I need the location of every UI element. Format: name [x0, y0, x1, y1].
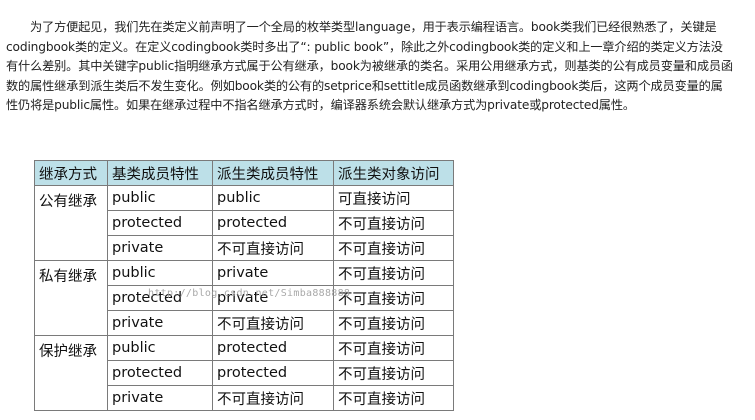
table-cell: 不可直接访问: [212, 385, 334, 411]
group-mode-protected: 保护继承: [34, 335, 108, 411]
table-cell: protected: [107, 210, 213, 236]
table-row: 私有继承 public private 不可直接访问: [34, 260, 454, 336]
table-cell: public: [107, 185, 213, 211]
table-row: 保护继承 public protected 不可直接访问: [34, 335, 454, 411]
table-cell: 不可直接访问: [212, 310, 334, 336]
table-cell: private: [212, 260, 334, 286]
table-cell: private: [107, 235, 213, 261]
table-header-row: 继承方式 基类成员特性 派生类成员特性 派生类对象访问: [34, 160, 454, 186]
table-cell: 不可直接访问: [212, 235, 334, 261]
header-base-member: 基类成员特性: [107, 160, 213, 186]
table-cell: 不可直接访问: [333, 235, 454, 261]
table-cell: 可直接访问: [333, 185, 454, 211]
table-cell: protected: [212, 210, 334, 236]
header-derived-object-access: 派生类对象访问: [333, 160, 454, 186]
table-cell: public: [107, 260, 213, 286]
table-cell: private: [107, 385, 213, 411]
header-inheritance-mode: 继承方式: [34, 160, 108, 186]
table-row: 公有继承 public public 可直接访问: [34, 185, 454, 261]
table-cell: 不可直接访问: [333, 285, 454, 311]
table-cell: protected: [107, 360, 213, 386]
group-mode-public: 公有继承: [34, 185, 108, 261]
table-cell: protected: [212, 335, 334, 361]
table-cell: private: [107, 310, 213, 336]
table-cell: 不可直接访问: [333, 310, 454, 336]
table-cell: 不可直接访问: [333, 360, 454, 386]
table-cell: public: [107, 335, 213, 361]
watermark: http://blog.csdn.net/Simba888888: [148, 288, 351, 299]
group-mode-private: 私有继承: [34, 260, 108, 336]
inheritance-table: 继承方式 基类成员特性 派生类成员特性 派生类对象访问 公有继承 public …: [34, 160, 454, 411]
header-derived-member: 派生类成员特性: [212, 160, 334, 186]
table-cell: protected: [212, 360, 334, 386]
table-cell: 不可直接访问: [333, 385, 454, 411]
table-cell: public: [212, 185, 334, 211]
table-cell: 不可直接访问: [333, 260, 454, 286]
table-cell: 不可直接访问: [333, 335, 454, 361]
body-paragraph: 为了方便起见，我们先在类定义前声明了一个全局的枚举类型language，用于表示…: [6, 20, 733, 113]
table-cell: 不可直接访问: [333, 210, 454, 236]
